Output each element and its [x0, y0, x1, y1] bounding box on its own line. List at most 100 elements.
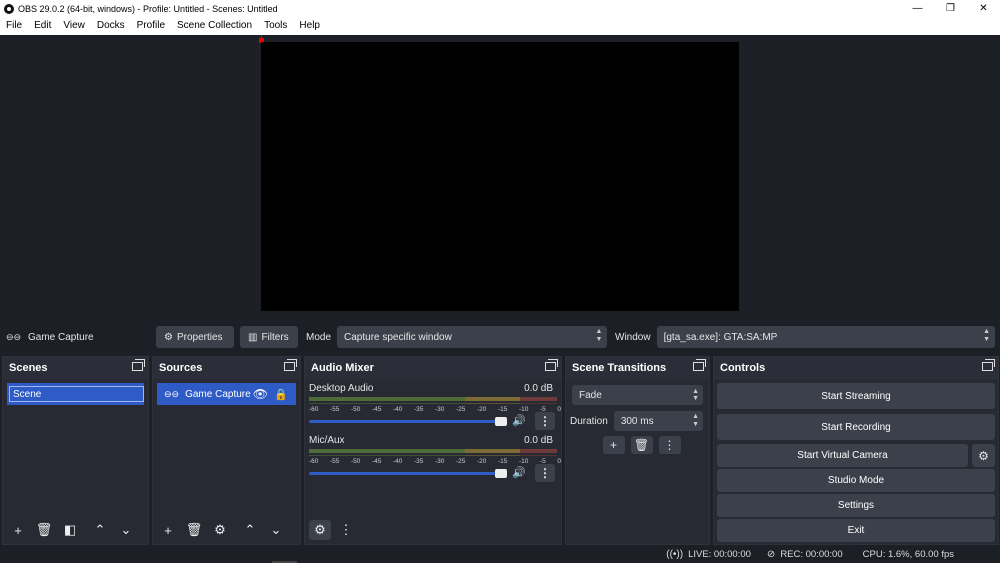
channel-db: 0.0 dB [524, 435, 553, 446]
move-down-icon[interactable]: ⌄ [265, 520, 287, 540]
menu-bar: File Edit View Docks Profile Scene Colle… [0, 17, 1000, 35]
trash-icon[interactable]: 🗑 [33, 520, 55, 540]
channel-db: 0.0 dB [524, 383, 553, 394]
speaker-icon[interactable]: 🔊 [512, 466, 526, 479]
filters-label: Filters [261, 331, 289, 343]
mixer-channel: Mic/Aux 0.0 dB -60 -55 -50 -45 -40 -35 -30 -25-… [305, 431, 561, 483]
transition-buttons: + 🗑 ⋮ [566, 436, 709, 454]
exit-button[interactable]: Exit [717, 519, 995, 542]
speaker-icon[interactable]: 🔊 [512, 414, 526, 427]
preview-canvas[interactable] [261, 42, 739, 311]
minimize-button[interactable]: — [901, 0, 934, 17]
spin-arrows-icon: ▲ ▼ [692, 388, 699, 402]
eye-icon[interactable]: 👁 [253, 387, 268, 401]
source-context-bar: ⊖⊖ Game Capture ⚙ Properties ▥ Filters M… [0, 323, 1000, 351]
spin-arrows-icon: ▲ ▼ [595, 328, 603, 343]
status-bar: ((•)) LIVE: 00:00:00 ⊘ REC: 00:00:00 CPU… [0, 545, 1000, 563]
context-source-name: Game Capture [28, 331, 94, 343]
sources-dock: Sources ⊖⊖ Game Capture 👁 🔒 + 🗑 ⚙ ⌃ ⌄ [152, 356, 301, 545]
audio-mixer-header: Audio Mixer [305, 357, 561, 379]
duration-label: Duration [570, 415, 608, 427]
source-name: Game Capture [185, 388, 251, 400]
channel-menu-button[interactable]: ⋮ [535, 412, 555, 430]
source-list-item[interactable]: ⊖⊖ Game Capture 👁 🔒 [157, 383, 296, 405]
trash-icon[interactable]: 🗑 [630, 436, 653, 454]
add-transition-button[interactable]: + [602, 436, 625, 454]
menu-view[interactable]: View [57, 17, 91, 35]
studio-mode-button[interactable]: Studio Mode [717, 469, 995, 492]
audio-mixer-title: Audio Mixer [311, 362, 374, 374]
volume-slider[interactable] [309, 472, 505, 475]
maximize-button[interactable]: ❐ [934, 0, 967, 17]
sources-toolbar: + 🗑 ⚙ ⌃ ⌄ [153, 516, 300, 544]
window-controls: — ❐ ✕ [901, 0, 1000, 17]
transition-select[interactable]: Fade ▲ ▼ [572, 385, 703, 405]
sources-title: Sources [159, 362, 203, 374]
mixer-channel: Desktop Audio 0.0 dB -60 -55 -50 -45 -40 -35-… [305, 379, 561, 431]
obs-logo-icon [4, 3, 14, 14]
scene-list-item[interactable]: Scene [7, 383, 144, 405]
duration-input[interactable]: 300 ms ▲ ▼ [613, 411, 703, 431]
properties-button[interactable]: ⚙ Properties [156, 326, 234, 348]
volume-slider-handle[interactable] [495, 469, 507, 478]
menu-file[interactable]: File [0, 17, 28, 35]
menu-scene-collection[interactable]: Scene Collection [171, 17, 258, 35]
cpu-fps: CPU: 1.6%, 60.00 fps [862, 548, 954, 560]
controls-title: Controls [720, 362, 766, 374]
virtual-camera-gear-icon[interactable]: ⚙ [972, 444, 995, 467]
preview-area[interactable] [0, 35, 1000, 322]
gamepad-icon: ⊖⊖ [164, 388, 180, 399]
menu-tools[interactable]: Tools [258, 17, 293, 35]
gear-icon[interactable]: ⚙ [209, 520, 231, 540]
scenes-title: Scenes [9, 362, 48, 374]
scene-filters-icon[interactable]: ◧ [59, 520, 81, 540]
spin-arrows-icon[interactable]: ▲ ▼ [692, 413, 699, 429]
start-recording-button[interactable]: Start Recording [717, 414, 995, 440]
volume-slider[interactable] [309, 420, 505, 423]
add-scene-button[interactable]: + [7, 520, 29, 540]
scenes-toolbar: + 🗑 ◧ ⌃ ⌄ [3, 516, 148, 544]
menu-help[interactable]: Help [293, 17, 326, 35]
move-up-icon[interactable]: ⌃ [239, 520, 261, 540]
audio-mixer-dock: Audio Mixer Desktop Audio 0.0 dB -60 -55-… [304, 356, 562, 545]
window-value: [gta_sa.exe]: GTA:SA:MP [663, 331, 778, 343]
window-title: OBS 29.0.2 (64-bit, windows) - Profile: … [18, 3, 278, 14]
undock-icon[interactable] [284, 359, 297, 371]
transition-menu-button[interactable]: ⋮ [658, 436, 681, 454]
scene-transitions-title: Scene Transitions [572, 362, 667, 374]
meter-scale: -60 -55 -50 -45 -40 -35 -30 -25 -20 -15 -10 -5 0 [309, 458, 561, 465]
menu-docks[interactable]: Docks [91, 17, 131, 35]
undock-icon[interactable] [132, 359, 145, 371]
start-streaming-button[interactable]: Start Streaming [717, 383, 995, 409]
live-status: ((•)) LIVE: 00:00:00 [666, 549, 751, 560]
filters-button[interactable]: ▥ Filters [240, 326, 298, 348]
menu-profile[interactable]: Profile [131, 17, 171, 35]
trash-icon[interactable]: 🗑 [183, 520, 205, 540]
move-up-icon[interactable]: ⌃ [89, 520, 111, 540]
add-source-button[interactable]: + [157, 520, 179, 540]
volume-meter [309, 449, 557, 453]
rec-time: REC: 00:00:00 [780, 548, 843, 560]
window-select[interactable]: [gta_sa.exe]: GTA:SA:MP ▲ ▼ [656, 326, 995, 348]
live-time: LIVE: 00:00:00 [688, 548, 751, 560]
scenes-header: Scenes [3, 357, 148, 379]
title-bar: OBS 29.0.2 (64-bit, windows) - Profile: … [0, 0, 1000, 17]
undock-icon[interactable] [982, 359, 995, 371]
undock-icon[interactable] [545, 359, 558, 371]
start-virtual-camera-button[interactable]: Start Virtual Camera [717, 444, 968, 467]
volume-slider-handle[interactable] [495, 417, 507, 426]
volume-meter [309, 397, 557, 401]
scene-transitions-dock: Scene Transitions Fade ▲ ▼ Duration 300 m… [565, 356, 710, 545]
move-down-icon[interactable]: ⌄ [115, 520, 137, 540]
lock-icon[interactable]: 🔒 [274, 388, 288, 401]
mixer-menu-button[interactable]: ⋮ [335, 520, 357, 540]
menu-edit[interactable]: Edit [28, 17, 57, 35]
channel-menu-button[interactable]: ⋮ [535, 464, 555, 482]
advanced-audio-gear-icon[interactable]: ⚙ [309, 520, 331, 540]
volume-meter-peak [309, 455, 557, 456]
undock-icon[interactable] [693, 359, 706, 371]
settings-button[interactable]: Settings [717, 494, 995, 517]
mode-select[interactable]: Capture specific window ▲ ▼ [337, 326, 608, 348]
scene-name: Scene [13, 388, 42, 400]
close-button[interactable]: ✕ [967, 0, 1000, 17]
